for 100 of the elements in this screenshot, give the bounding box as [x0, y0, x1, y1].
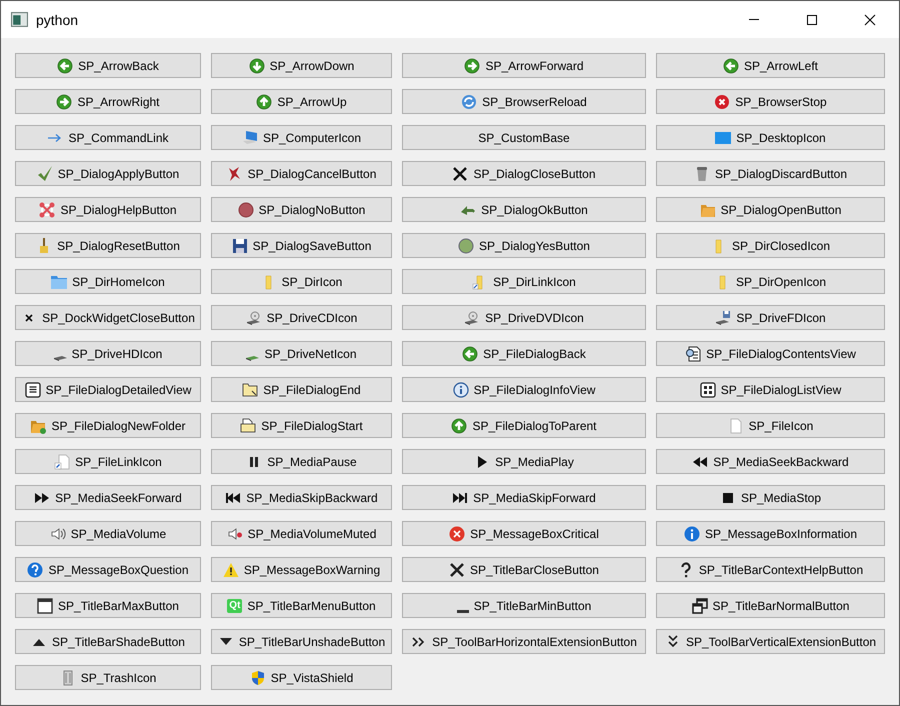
push-button[interactable]: SP_DirLinkIcon	[402, 269, 646, 294]
push-button[interactable]: SP_BrowserStop	[656, 89, 885, 114]
network-drive-icon	[246, 356, 260, 361]
push-button[interactable]: SP_DirOpenIcon	[656, 269, 885, 294]
list-view-icon	[24, 382, 41, 398]
push-button[interactable]: SP_TitleBarShadeButton	[15, 629, 201, 654]
push-button[interactable]: SP_DirHomeIcon	[15, 269, 201, 294]
push-button[interactable]: SP_MediaSeekBackward	[656, 449, 885, 474]
push-button[interactable]: SP_TitleBarUnshadeButton	[211, 629, 392, 654]
push-button[interactable]: SP_FileDialogInfoView	[402, 377, 646, 402]
push-button[interactable]: SP_DialogYesButton	[402, 233, 646, 258]
computer-icon	[242, 130, 258, 146]
push-button[interactable]: SP_DialogSaveButton	[211, 233, 392, 258]
push-button[interactable]: SP_ArrowDown	[211, 53, 392, 78]
push-button[interactable]: SP_MediaSeekForward	[15, 485, 201, 510]
push-button[interactable]: SP_FileDialogStart	[211, 413, 392, 438]
desktop-icon	[715, 130, 732, 146]
push-button[interactable]: SP_FileDialogEnd	[211, 377, 392, 402]
circle-icon	[458, 238, 474, 254]
push-button[interactable]: SP_MessageBoxCritical	[402, 521, 646, 546]
close-icon	[864, 14, 876, 26]
push-button[interactable]: SP_DriveFDIcon	[656, 305, 885, 330]
push-button[interactable]: SP_ArrowRight	[15, 89, 201, 114]
push-button[interactable]: SP_FileDialogContentsView	[656, 341, 885, 366]
push-button[interactable]: SP_DirIcon	[211, 269, 392, 294]
push-button[interactable]: SP_TitleBarContextHelpButton	[656, 557, 885, 582]
file-icon	[728, 418, 744, 434]
push-button[interactable]: SP_ArrowForward	[402, 53, 646, 78]
shield-icon	[250, 670, 266, 686]
arrow-left-icon	[57, 58, 74, 74]
minimize-icon	[456, 610, 469, 613]
push-button[interactable]: SP_FileIcon	[656, 413, 885, 438]
push-button[interactable]: SP_DialogNoButton	[211, 197, 392, 222]
push-button[interactable]: SP_MediaVolume	[15, 521, 201, 546]
file-link-icon	[54, 454, 70, 470]
push-button[interactable]: SP_DialogOpenButton	[656, 197, 885, 222]
push-button[interactable]: SP_BrowserReload	[402, 89, 646, 114]
push-button[interactable]: SP_MessageBoxWarning	[211, 557, 392, 582]
push-button[interactable]: SP_MediaVolumeMuted	[211, 521, 392, 546]
arrow-left-icon	[722, 58, 739, 74]
push-button[interactable]: SP_ArrowBack	[15, 53, 201, 78]
window-icon	[11, 12, 28, 27]
push-button[interactable]: SP_MediaPause	[211, 449, 392, 474]
push-button[interactable]: SP_DriveDVDIcon	[402, 305, 646, 330]
push-button[interactable]: SP_ToolBarVerticalExtensionButton	[656, 629, 885, 654]
push-button[interactable]: SP_DriveNetIcon	[211, 341, 392, 366]
app-logo-icon: Qt	[227, 598, 242, 612]
push-button[interactable]: SP_ToolBarHorizontalExtensionButton	[402, 629, 646, 654]
push-button[interactable]: SP_MediaPlay	[402, 449, 646, 474]
push-button[interactable]: SP_DesktopIcon	[656, 125, 885, 150]
push-button[interactable]: SP_DialogDiscardButton	[656, 161, 885, 186]
push-button[interactable]: SP_DriveCDIcon	[211, 305, 392, 330]
push-button[interactable]: SP_MediaSkipForward	[402, 485, 646, 510]
push-button[interactable]: SP_ArrowLeft	[656, 53, 885, 78]
push-button[interactable]: SP_DialogCloseButton	[402, 161, 646, 186]
push-button[interactable]: SP_FileDialogListView	[656, 377, 885, 402]
push-button[interactable]: SP_DialogOkButton	[402, 197, 646, 222]
push-button[interactable]: SP_MessageBoxQuestion	[15, 557, 201, 582]
push-button[interactable]: SP_TitleBarCloseButton	[402, 557, 646, 582]
speaker-icon	[50, 526, 66, 542]
push-button[interactable]: SP_VistaShield	[211, 665, 392, 690]
document-search-icon	[685, 346, 702, 362]
minimize-icon	[749, 19, 759, 20]
push-button[interactable]: SP_DialogApplyButton	[15, 161, 201, 186]
stop-icon	[714, 94, 730, 110]
push-button[interactable]: SP_DockWidgetCloseButton	[15, 305, 201, 330]
push-button[interactable]: SP_DriveHDIcon	[15, 341, 201, 366]
push-button[interactable]: SP_FileDialogToParent	[402, 413, 646, 438]
maximize-icon	[806, 14, 818, 26]
push-button[interactable]: SP_MediaSkipBackward	[211, 485, 392, 510]
error-icon	[449, 526, 466, 542]
push-button[interactable]: SP_TitleBarMaxButton	[15, 593, 201, 618]
arrow-left-icon	[462, 346, 478, 362]
push-button[interactable]: SP_DirClosedIcon	[656, 233, 885, 258]
push-button[interactable]: SP_DialogResetButton	[15, 233, 201, 258]
warning-icon	[222, 562, 239, 578]
push-button[interactable]: SP_ComputerIcon	[211, 125, 392, 150]
push-button[interactable]: SP_MediaStop	[656, 485, 885, 510]
speaker-muted-icon	[226, 526, 243, 542]
close-icon	[449, 562, 466, 578]
arrow-up-icon	[256, 94, 272, 110]
push-button[interactable]: SP_FileLinkIcon	[15, 449, 201, 474]
info-icon	[452, 382, 469, 398]
push-button[interactable]: SP_TitleBarMinButton	[402, 593, 646, 618]
push-button[interactable]: SP_DialogCancelButton	[211, 161, 392, 186]
push-button[interactable]: SP_CustomBase	[402, 125, 646, 150]
push-button[interactable]: SP_TitleBarNormalButton	[656, 593, 885, 618]
push-button[interactable]: Qt SP_TitleBarMenuButton	[211, 593, 392, 618]
push-button[interactable]: SP_FileDialogBack	[402, 341, 646, 366]
arrow-down-icon	[248, 58, 265, 74]
question-icon	[27, 562, 44, 578]
push-button[interactable]: SP_DialogHelpButton	[15, 197, 201, 222]
floppy-icon	[232, 238, 248, 254]
disc-drive-icon	[464, 310, 480, 326]
push-button[interactable]: SP_TrashIcon	[15, 665, 201, 690]
push-button[interactable]: SP_FileDialogNewFolder	[15, 413, 201, 438]
push-button[interactable]: SP_FileDialogDetailedView	[15, 377, 201, 402]
push-button[interactable]: SP_MessageBoxInformation	[656, 521, 885, 546]
push-button[interactable]: SP_ArrowUp	[211, 89, 392, 114]
push-button[interactable]: SP_CommandLink	[15, 125, 201, 150]
